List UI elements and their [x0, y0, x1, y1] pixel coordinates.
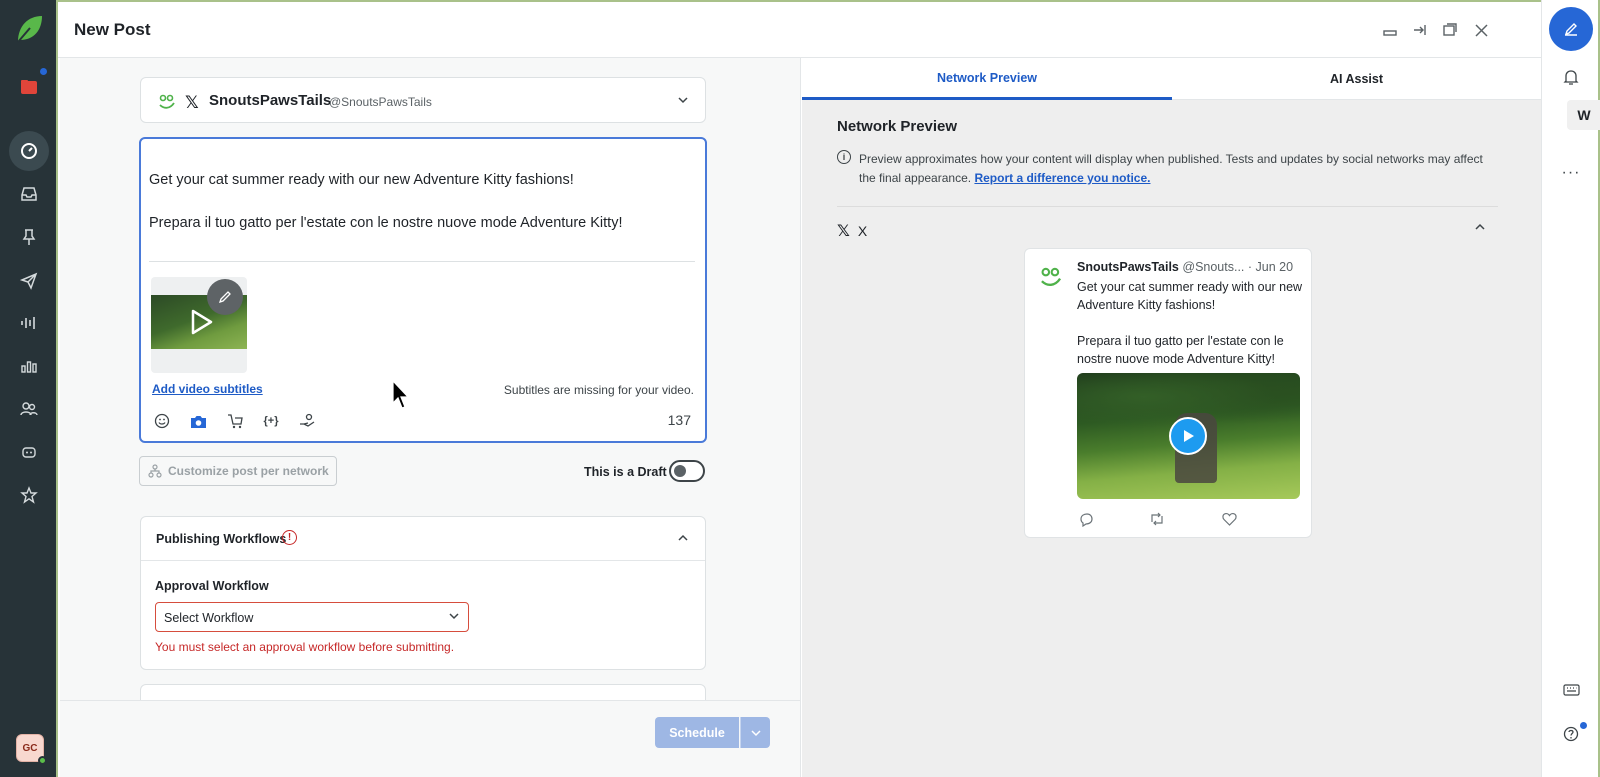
chevron-up-icon[interactable] [677, 531, 689, 549]
add-video-subtitles-link[interactable]: Add video subtitles [152, 382, 263, 396]
play-icon[interactable] [185, 307, 215, 337]
preview-tabs: Network Preview AI Assist [802, 58, 1541, 100]
preview-info-body: Preview approximates how your content wi… [859, 152, 1483, 185]
window-title: New Post [74, 20, 151, 39]
nav-people-icon[interactable] [14, 394, 44, 424]
publishing-workflows-section: Publishing Workflows ! Approval Workflow… [140, 516, 706, 670]
tab-ai-assist[interactable]: AI Assist [1172, 58, 1541, 100]
tweet-text-line: Prepara il tuo gatto per l'estate con le… [1077, 334, 1284, 366]
tweet-date: · Jun 20 [1247, 260, 1294, 274]
right-rail: W ··· [1541, 0, 1600, 777]
minimize-icon[interactable] [1380, 20, 1400, 40]
approval-workflow-label: Approval Workflow [155, 579, 269, 593]
subtitles-missing-text: Subtitles are missing for your video. [503, 383, 694, 397]
edit-pencil-icon[interactable] [207, 279, 243, 315]
editor-footer: Schedule [60, 700, 800, 777]
nav-reviews-star-icon[interactable] [14, 480, 44, 510]
account-handle: @SnoutsPawsTails [329, 95, 432, 109]
divider [837, 206, 1498, 207]
nav-bot-icon[interactable] [14, 437, 44, 467]
message-text-line[interactable]: Get your cat summer ready with our new A… [149, 172, 574, 188]
warning-icon: ! [282, 530, 297, 545]
preview-network-name: X [857, 223, 868, 239]
help-icon[interactable] [1560, 723, 1582, 745]
preview-network-header[interactable]: 𝕏 X [837, 221, 867, 241]
chevron-down-icon[interactable] [677, 93, 689, 111]
nav-listening-icon[interactable] [14, 308, 44, 338]
message-composer[interactable]: Get your cat summer ready with our new A… [139, 137, 707, 443]
account-logo-icon [157, 91, 177, 111]
divider [149, 261, 695, 262]
info-icon: i [837, 150, 851, 164]
keyboard-shortcuts-icon[interactable] [1560, 679, 1582, 701]
approval-workflow-select[interactable]: Select Workflow [155, 602, 469, 632]
nav-tasks-icon[interactable] [14, 72, 44, 102]
preview-info-text: Preview approximates how your content wi… [859, 150, 1499, 188]
message-text-line[interactable]: Prepara il tuo gatto per l'estate con le… [149, 215, 623, 231]
x-network-icon: 𝕏 [837, 223, 850, 240]
nav-pin-icon[interactable] [14, 222, 44, 252]
account-name: SnoutsPawsTails [209, 92, 332, 109]
workflow-section-title: Publishing Workflows [156, 532, 287, 546]
emoji-icon[interactable] [152, 411, 172, 431]
tweet-author-handle: @Snouts... [1182, 260, 1245, 274]
video-thumbnail[interactable] [151, 277, 247, 373]
network-tree-icon [148, 464, 162, 478]
like-heart-icon [1221, 511, 1237, 527]
product-cart-icon[interactable] [225, 411, 245, 431]
report-difference-link[interactable]: Report a difference you notice. [974, 171, 1150, 185]
character-counter: 137 [667, 412, 691, 428]
notification-dot [1580, 722, 1587, 729]
collapse-panel-icon[interactable] [1410, 20, 1430, 40]
account-selector[interactable]: 𝕏 SnoutsPawsTails @SnoutsPawsTails [140, 77, 706, 123]
play-icon[interactable] [1169, 417, 1207, 455]
draft-toggle[interactable] [669, 460, 705, 482]
title-bar: New Post [58, 0, 1541, 58]
x-network-icon: 𝕏 [185, 93, 199, 112]
tweet-preview-card: SnoutsPawsTails @Snouts... · Jun 20 Get … [1024, 248, 1312, 538]
schedule-button[interactable]: Schedule [655, 717, 739, 748]
notification-dot [40, 68, 47, 75]
sprout-logo-icon[interactable] [16, 14, 44, 44]
account-logo-icon [1038, 263, 1064, 289]
workflow-error-message: You must select an approval workflow bef… [155, 640, 455, 654]
customize-post-per-network-button[interactable]: Customize post per network [139, 456, 337, 486]
camera-icon[interactable] [188, 411, 208, 431]
schedule-options-chevron-icon[interactable] [740, 717, 770, 748]
online-status-dot [38, 756, 47, 765]
left-nav: GC [0, 0, 58, 777]
tweet-video[interactable] [1077, 373, 1300, 499]
chevron-down-icon [448, 610, 460, 625]
customize-label: Customize post per network [168, 464, 329, 478]
select-value: Select Workflow [164, 611, 254, 625]
reply-icon [1078, 511, 1094, 527]
close-icon[interactable] [1471, 20, 1491, 40]
mouse-cursor-icon [392, 379, 412, 410]
draft-label: This is a Draft [584, 465, 667, 479]
nav-publish-icon[interactable] [14, 266, 44, 296]
tab-network-preview[interactable]: Network Preview [802, 58, 1172, 100]
toggle-knob [674, 465, 686, 477]
more-options-icon[interactable]: ··· [1560, 162, 1582, 184]
ai-hand-icon[interactable] [297, 411, 317, 431]
workspace-logo-icon[interactable]: W [1567, 100, 1600, 130]
variables-icon[interactable]: {+} [261, 411, 281, 431]
workflow-section-header[interactable]: Publishing Workflows ! [141, 517, 705, 561]
network-preview-panel: Network Preview AI Assist Network Previe… [802, 58, 1541, 777]
tweet-text-line: Get your cat summer ready with our new A… [1077, 280, 1303, 312]
tweet-text: Get your cat summer ready with our new A… [1077, 278, 1305, 368]
expand-window-icon[interactable] [1440, 20, 1460, 40]
nav-inbox-icon[interactable] [14, 179, 44, 209]
post-editor-panel: 𝕏 SnoutsPawsTails @SnoutsPawsTails Get y… [60, 58, 801, 777]
notifications-bell-icon[interactable] [1560, 66, 1582, 88]
compose-icon[interactable] [1549, 7, 1593, 51]
preview-title: Network Preview [837, 118, 958, 135]
chevron-up-icon[interactable] [1474, 220, 1486, 238]
tweet-header: SnoutsPawsTails @Snouts... · Jun 20 [1077, 260, 1293, 274]
retweet-icon [1149, 511, 1165, 527]
nav-dashboard-icon[interactable] [9, 131, 49, 171]
nav-reports-icon[interactable] [14, 351, 44, 381]
tweet-author-name: SnoutsPawsTails [1077, 260, 1179, 274]
